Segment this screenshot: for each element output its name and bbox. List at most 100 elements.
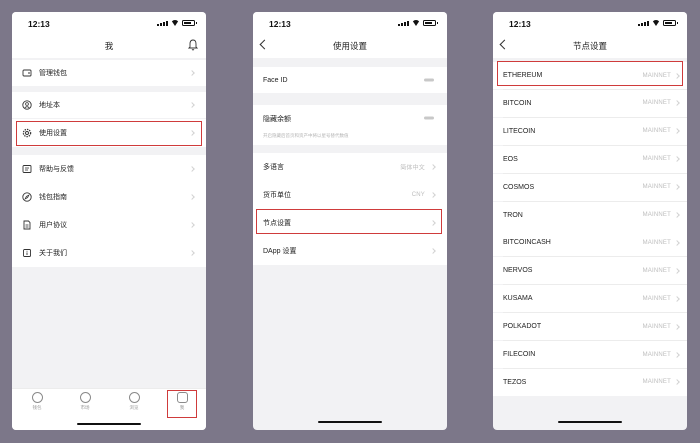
setting-face-id: Face ID (253, 67, 447, 93)
menu-group-support: 帮助与反馈 钱包指南 用户协议 关于我们 (12, 155, 206, 267)
chain-name: TEZOS (503, 378, 527, 386)
home-indicator (318, 420, 382, 423)
hide-balance-toggle[interactable] (424, 116, 434, 120)
chain-network: MAINNET (642, 100, 671, 107)
nav-bar: 使用设置 (253, 34, 447, 58)
wifi-icon (652, 20, 660, 26)
battery-icon (423, 20, 438, 26)
chevron-right-icon (674, 267, 680, 274)
menu-item-manage-wallet[interactable]: 管理钱包 (12, 60, 206, 86)
chain-row[interactable]: NERVOS MAINNET (493, 257, 687, 285)
browser-tab-icon (128, 392, 140, 403)
face-id-toggle[interactable] (424, 78, 434, 82)
chain-row[interactable]: FILECOIN MAINNET (493, 341, 687, 368)
chevron-right-icon (430, 192, 436, 198)
menu-item-user-agreement[interactable]: 用户协议 (12, 211, 206, 239)
chevron-right-icon (674, 323, 680, 330)
menu-item-label: 帮助与反馈 (39, 166, 74, 173)
page-title: 节点设置 (572, 41, 607, 51)
chevron-right-icon (430, 164, 436, 170)
chain-row[interactable]: TEZOS MAINNET (493, 368, 687, 396)
menu-item-address-book[interactable]: 地址本 (12, 92, 206, 118)
currency-value: CNY (411, 192, 425, 198)
document-icon (23, 220, 31, 230)
highlight-box (16, 121, 202, 146)
chevron-right-icon (189, 70, 195, 76)
chain-network: MAINNET (642, 212, 671, 218)
tab-browser[interactable]: 浏览 (119, 392, 149, 411)
tab-bar: 钱包 市场 浏览 我 (12, 388, 206, 430)
chevron-right-icon (189, 102, 195, 108)
chain-row[interactable]: LITECOIN MAINNET (493, 117, 687, 145)
chain-row[interactable]: COSMOS MAINNET (493, 173, 687, 201)
chevron-right-icon (189, 222, 195, 228)
wifi-icon (412, 20, 420, 26)
tab-wallet[interactable]: 钱包 (22, 392, 52, 411)
setting-currency[interactable]: 货币单位 CNY (253, 181, 447, 209)
back-icon[interactable] (499, 39, 510, 50)
setting-dapp[interactable]: DApp 设置 (253, 237, 447, 265)
bell-icon[interactable] (188, 39, 198, 51)
chevron-right-icon (674, 100, 680, 107)
battery-icon (182, 20, 197, 26)
chevron-right-icon (430, 248, 436, 254)
chevron-right-icon (189, 250, 195, 256)
chevron-right-icon (674, 379, 680, 386)
status-bar: 12:13 (253, 12, 447, 34)
battery-icon (663, 20, 678, 26)
phone-screen-usage-settings: 12:13 使用设置 Face ID 隐藏余额 开启隐藏后首页和资产中将以星号替… (253, 12, 447, 430)
page-title: 使用设置 (332, 41, 367, 51)
status-icons (398, 20, 438, 26)
setting-label: Face ID (263, 76, 288, 84)
chevron-right-icon (674, 351, 680, 358)
market-tab-icon (79, 392, 91, 403)
chain-row[interactable]: KUSAMA MAINNET (493, 285, 687, 313)
wallet-icon (22, 69, 32, 77)
chain-row[interactable]: EOS MAINNET (493, 145, 687, 173)
menu-item-label: 钱包指南 (39, 194, 67, 201)
setting-label: 多语言 (263, 164, 284, 171)
phone-screen-me: 12:13 我 管理钱包 地址本 使用设置 帮助与反馈 钱包指南 用户协议 关于… (12, 12, 206, 430)
back-icon[interactable] (259, 39, 270, 50)
status-time: 12:13 (28, 19, 50, 29)
chain-network: MAINNET (642, 239, 671, 246)
contact-icon (22, 100, 32, 110)
status-time: 12:13 (269, 19, 291, 29)
chain-row[interactable]: POLKADOT MAINNET (493, 313, 687, 341)
chain-network: MAINNET (642, 267, 671, 274)
menu-item-wallet-guide[interactable]: 钱包指南 (12, 183, 206, 211)
menu-item-help-feedback[interactable]: 帮助与反馈 (12, 155, 206, 183)
chevron-right-icon (674, 156, 680, 163)
chain-row[interactable]: TRON MAINNET (493, 201, 687, 229)
info-icon (23, 249, 31, 257)
setting-language[interactable]: 多语言 简体中文 (253, 153, 447, 181)
help-icon (22, 165, 32, 173)
chain-network: MAINNET (642, 295, 671, 302)
chain-network: MAINNET (642, 128, 671, 135)
setting-label: 货币单位 (263, 192, 291, 199)
chain-name: FILECOIN (503, 351, 536, 358)
status-time: 12:13 (509, 19, 531, 29)
chevron-right-icon (189, 166, 195, 172)
phone-screen-node-settings: 12:13 节点设置 ETHEREUM MAINNET BITCOIN MAINNET… (493, 12, 687, 430)
chevron-right-icon (674, 184, 680, 190)
signal-icon (398, 21, 409, 26)
highlight-box (167, 390, 197, 418)
chain-network: MAINNET (642, 351, 671, 358)
chain-name: POLKADOT (503, 323, 542, 331)
chain-row[interactable]: BITCOIN MAINNET (493, 89, 687, 117)
menu-item-label: 地址本 (39, 102, 60, 109)
chain-row[interactable]: BITCOINCASH MAINNET (493, 229, 687, 257)
chain-network: MAINNET (642, 323, 671, 330)
chain-network: MAINNET (642, 379, 671, 386)
home-indicator (558, 420, 622, 423)
chain-name: NERVOS (503, 267, 533, 275)
menu-item-label: 关于我们 (39, 250, 67, 257)
tab-label: 市场 (80, 405, 90, 410)
status-bar: 12:13 (12, 12, 206, 34)
menu-item-about-us[interactable]: 关于我们 (12, 239, 206, 267)
chevron-right-icon (674, 212, 680, 218)
chevron-right-icon (674, 128, 680, 135)
tab-market[interactable]: 市场 (70, 392, 100, 411)
chain-network: MAINNET (642, 184, 671, 191)
